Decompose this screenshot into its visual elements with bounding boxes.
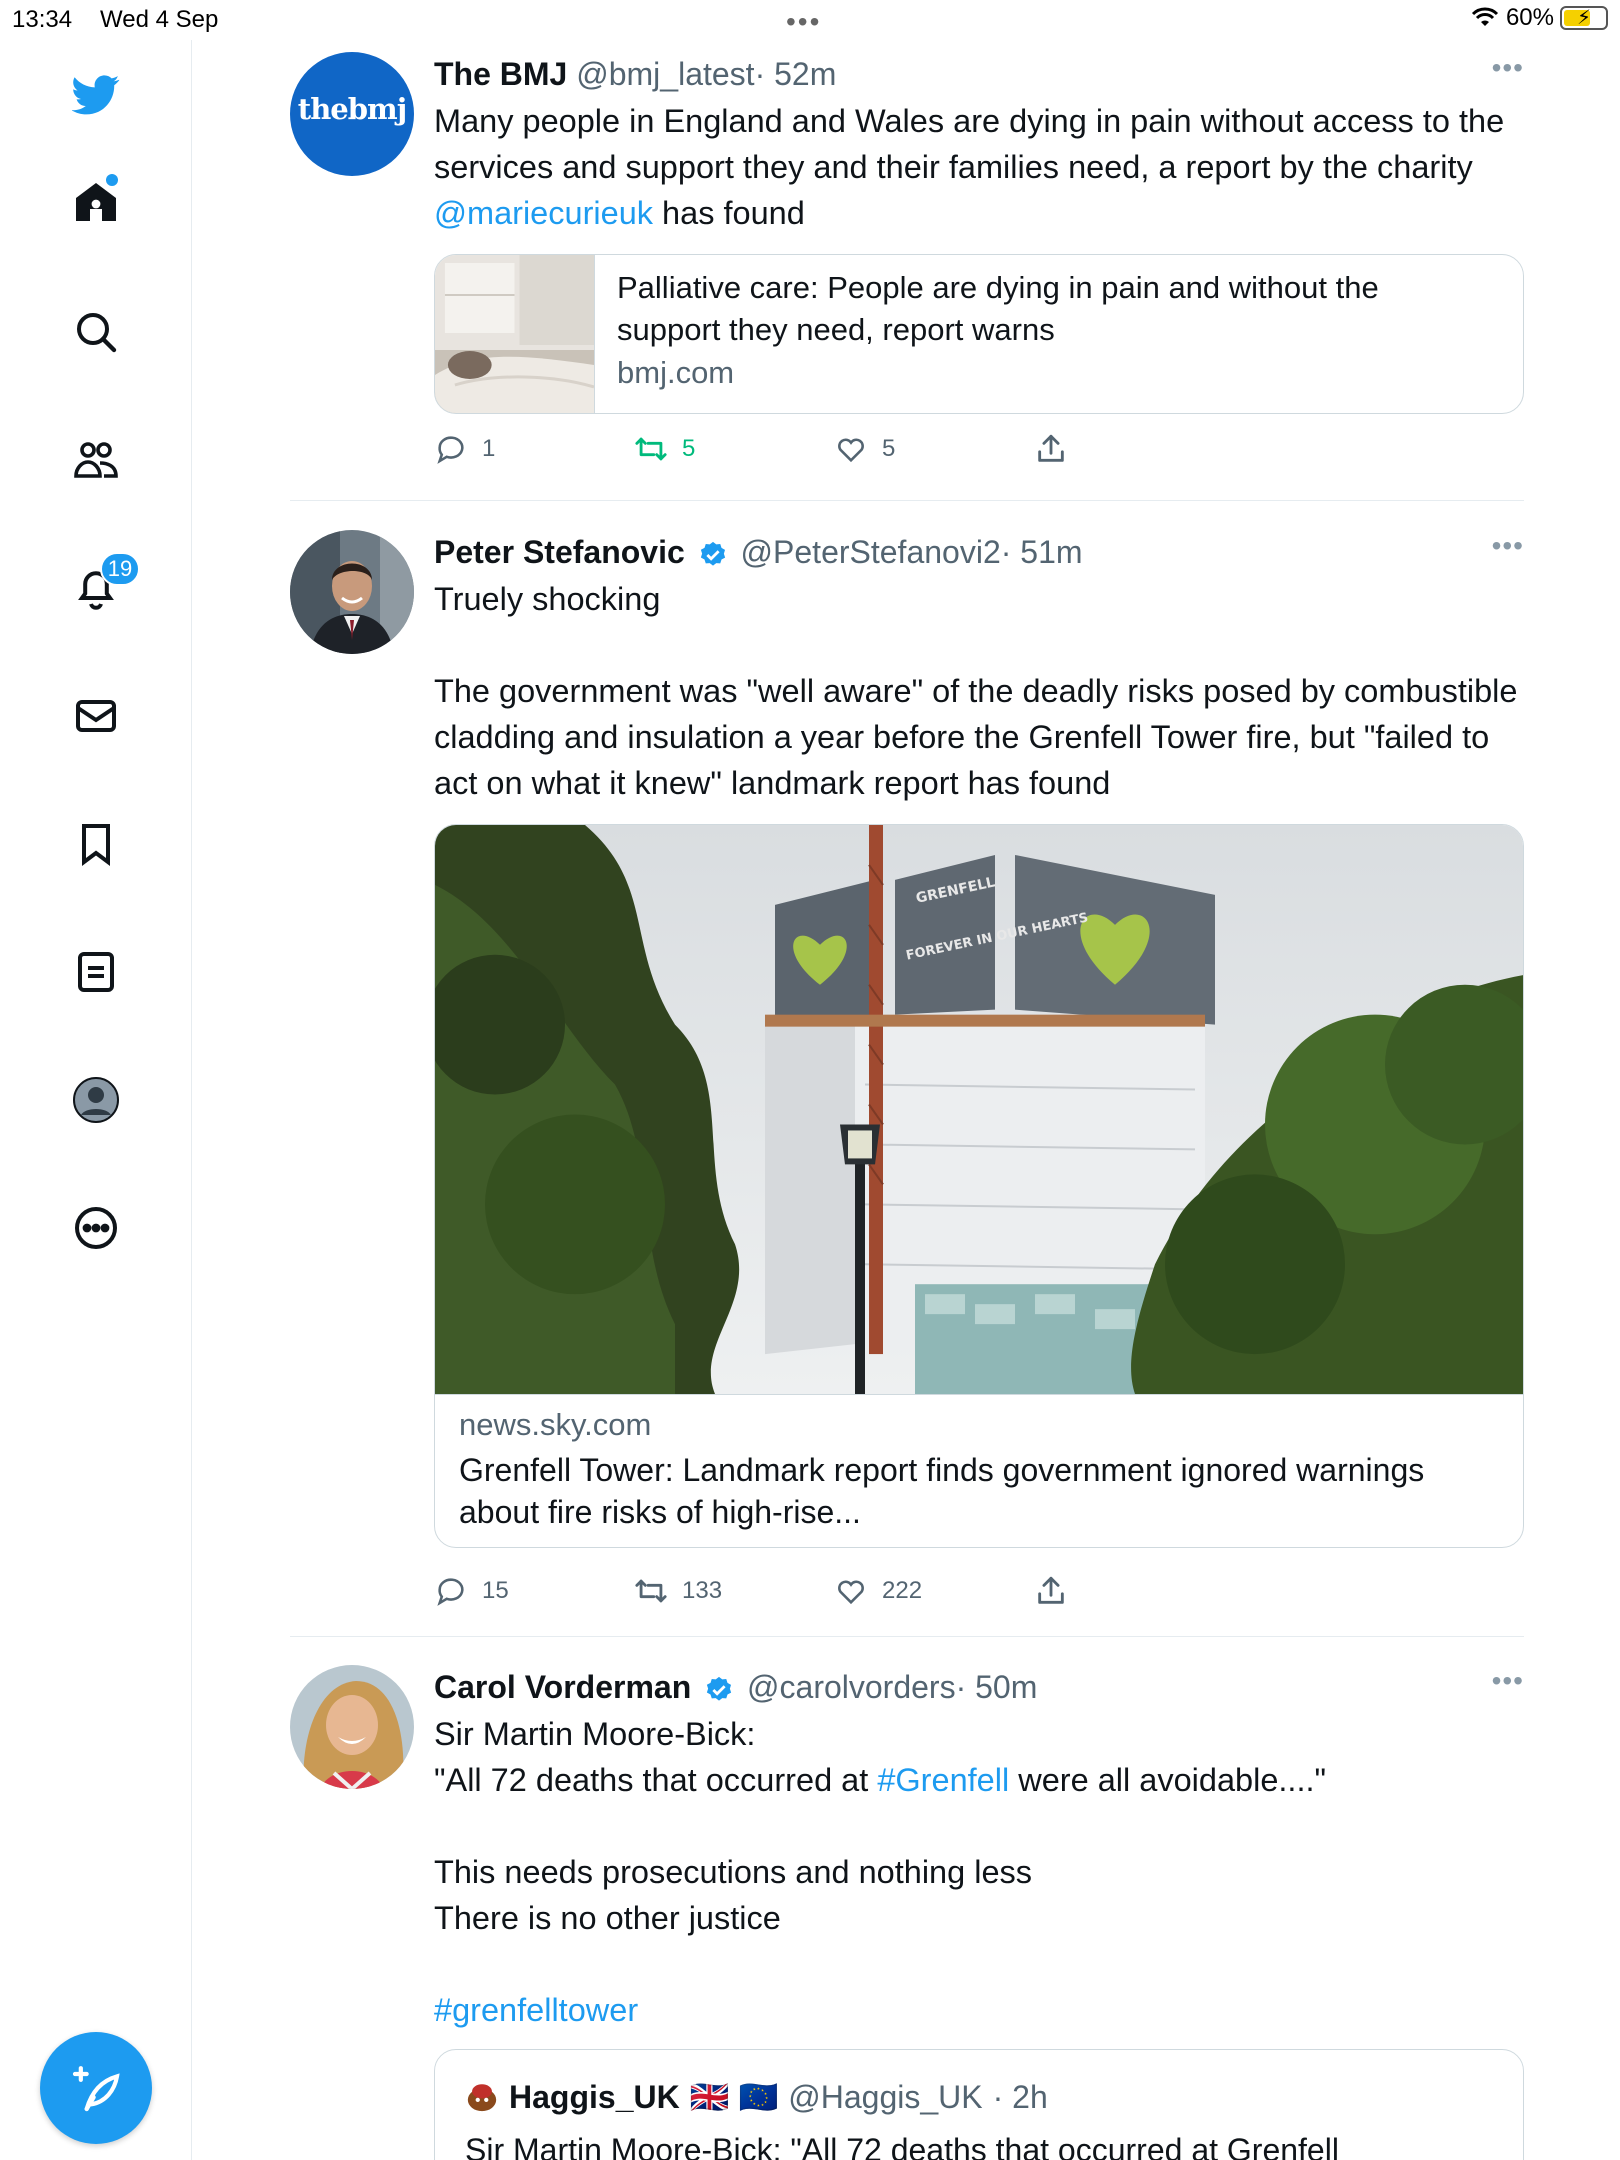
bmj-logo: thebmj: [297, 92, 407, 126]
tweet-bmj[interactable]: thebmj The BMJ @bmj_latest· 52m ••• Many…: [290, 52, 1524, 492]
tweet-stefanovic[interactable]: Peter Stefanovic @PeterStefanovi2· 51m •…: [290, 530, 1524, 1630]
timestamp[interactable]: · 51m: [1001, 534, 1083, 570]
home-unread-dot: [106, 174, 118, 186]
reply-icon: [437, 436, 464, 464]
compose-tweet-button[interactable]: [40, 2032, 152, 2144]
multitasking-dots[interactable]: •••: [786, 6, 821, 38]
like-count: 222: [882, 1577, 923, 1604]
tweet-header: Peter Stefanovic @PeterStefanovi2· 51m: [434, 530, 1524, 574]
heart-icon: [838, 438, 864, 463]
handle[interactable]: @bmj_latest: [576, 56, 754, 92]
heart-icon: [838, 1580, 864, 1605]
retweet-button[interactable]: 5: [634, 432, 834, 466]
retweet-icon: [635, 437, 667, 461]
twitter-logo-icon[interactable]: [66, 64, 126, 124]
avatar[interactable]: [290, 1665, 414, 1789]
notifications-badge: 19: [100, 552, 140, 586]
reply-icon: [437, 1578, 464, 1606]
sidebar: 19: [0, 40, 192, 2160]
tweet-header: Carol Vorderman @carolvorders· 50m: [434, 1665, 1524, 1709]
more-icon[interactable]: •••: [1492, 1665, 1524, 1697]
more-icon[interactable]: •••: [1492, 530, 1524, 562]
link-card[interactable]: Palliative care: People are dying in pai…: [434, 254, 1524, 414]
link-card[interactable]: GRENFELL FOREVER IN OUR HEARTS news.sky.…: [434, 824, 1524, 1548]
tweet-text: Many people in England and Wales are dyi…: [434, 103, 1505, 231]
tweet-divider: [290, 1636, 1524, 1637]
tweet-actions: 15 133 222: [434, 1574, 1234, 1608]
status-time: 13:34: [12, 6, 73, 33]
like-button[interactable]: 5: [834, 432, 1034, 466]
wifi-icon: [1471, 7, 1499, 26]
hashtag-link[interactable]: #grenfelltower: [434, 1987, 1524, 2033]
avatar[interactable]: thebmj: [290, 52, 414, 176]
handle[interactable]: @PeterStefanovi2: [741, 534, 1001, 570]
status-date: Wed 4 Sep: [100, 6, 219, 33]
quote-handle[interactable]: @Haggis_UK: [788, 2079, 982, 2116]
retweet-button[interactable]: 133: [634, 1574, 834, 1608]
compose-feather-icon: [72, 2066, 120, 2112]
timestamp[interactable]: · 52m: [755, 56, 837, 92]
search-icon[interactable]: [66, 302, 126, 362]
share-icon: [1038, 434, 1064, 462]
battery-icon: ⚡: [1560, 6, 1608, 30]
hashtag-link[interactable]: #Grenfell: [877, 1762, 1009, 1798]
share-button[interactable]: [1034, 1574, 1234, 1608]
tweet-divider: [290, 500, 1524, 501]
display-name[interactable]: Peter Stefanovic: [434, 534, 685, 570]
avatar-image: [290, 1665, 414, 1789]
card-title: Grenfell Tower: Landmark report finds go…: [459, 1452, 1425, 1530]
timestamp[interactable]: · 50m: [956, 1669, 1038, 1705]
tweet-text: Truely shocking The government was "well…: [434, 581, 1518, 801]
card-thumbnail-image: [435, 255, 595, 413]
retweet-icon: [635, 1579, 667, 1603]
bookmarks-icon[interactable]: [66, 814, 126, 874]
flags-icon: 🇬🇧 🇪🇺: [689, 2079, 779, 2115]
tweet-actions: 1 5 5: [434, 432, 1234, 466]
reply-count: 15: [482, 1577, 509, 1604]
quoted-tweet[interactable]: Haggis_UK 🇬🇧 🇪🇺 @Haggis_UK · 2h Sir Marti…: [434, 2049, 1524, 2160]
tweet-vorderman[interactable]: Carol Vorderman @carolvorders· 50m ••• S…: [290, 1665, 1524, 2160]
share-button[interactable]: [1034, 432, 1234, 466]
messages-envelope-icon[interactable]: [66, 686, 126, 746]
profile-avatar-icon[interactable]: [66, 1070, 126, 1130]
reply-button[interactable]: 15: [434, 1574, 634, 1608]
quote-header: Haggis_UK 🇬🇧 🇪🇺 @Haggis_UK · 2h: [465, 2078, 1048, 2116]
status-bar: 13:34 Wed 4 Sep ••• 60% ⚡: [0, 0, 1620, 40]
reply-count: 1: [482, 435, 496, 462]
tweet-text: Sir Martin Moore-Bick: "All 72 deaths tha…: [434, 1711, 1524, 2033]
card-image-grenfell-tower: GRENFELL FOREVER IN OUR HEARTS: [435, 825, 1523, 1395]
verified-badge-icon: [700, 541, 725, 566]
lists-icon[interactable]: [66, 942, 126, 1002]
quote-timestamp[interactable]: · 2h: [993, 2079, 1048, 2116]
share-icon: [1038, 1576, 1064, 1604]
battery-percent: 60%: [1505, 4, 1554, 31]
retweet-count: 133: [682, 1577, 723, 1604]
communities-icon[interactable]: [66, 430, 126, 490]
status-right: 60% ⚡: [1470, 4, 1608, 32]
quote-display-name[interactable]: Haggis_UK: [509, 2079, 680, 2116]
mention-link[interactable]: @mariecurieuk: [434, 195, 653, 231]
avatar[interactable]: [290, 530, 414, 654]
card-domain: bmj.com: [617, 355, 735, 390]
quote-avatar-icon: [467, 2084, 497, 2112]
more-options-icon[interactable]: [66, 1198, 126, 1258]
card-domain: news.sky.com: [459, 1407, 652, 1442]
verified-badge-icon: [707, 1676, 732, 1701]
like-button[interactable]: 222: [834, 1574, 1034, 1608]
reply-button[interactable]: 1: [434, 432, 634, 466]
handle[interactable]: @carolvorders: [747, 1669, 956, 1705]
more-icon[interactable]: •••: [1492, 52, 1524, 84]
avatar-image: [290, 530, 414, 654]
retweet-count: 5: [682, 435, 696, 462]
card-title: Palliative care: People are dying in pai…: [617, 270, 1379, 347]
tweet-header: The BMJ @bmj_latest· 52m: [434, 52, 1524, 96]
display-name[interactable]: The BMJ: [434, 56, 567, 92]
like-count: 5: [882, 435, 896, 462]
quote-text: Sir Martin Moore-Bick: "All 72 deaths th…: [465, 2132, 1339, 2160]
display-name[interactable]: Carol Vorderman: [434, 1669, 691, 1705]
